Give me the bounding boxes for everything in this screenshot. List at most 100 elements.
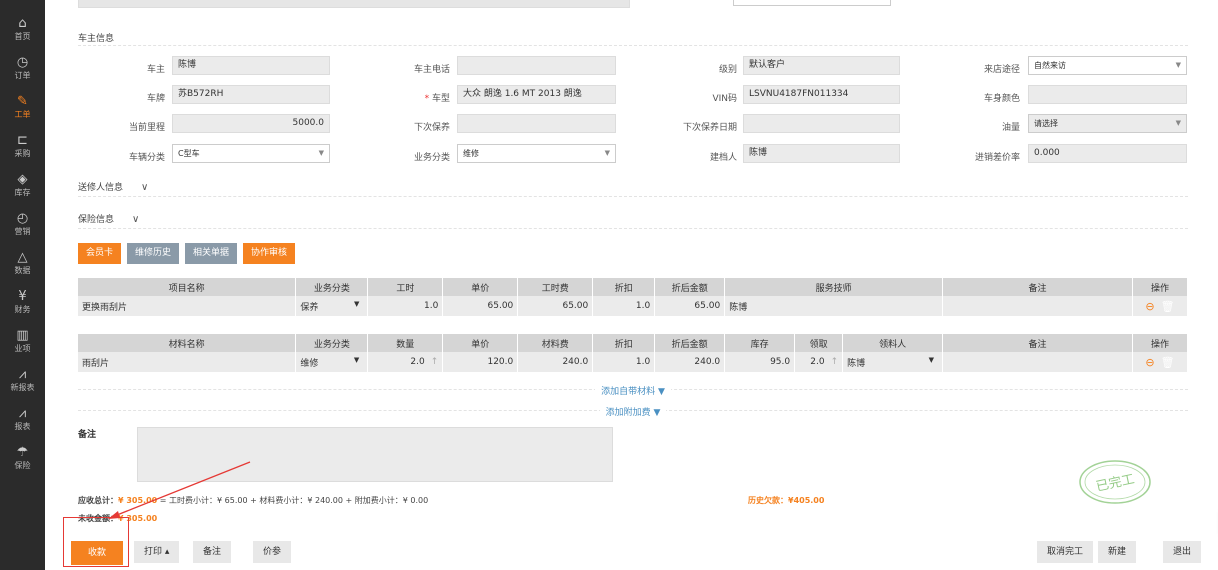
sidebar-item-workorder[interactable]: ✎ 工单: [0, 88, 45, 127]
creator-field[interactable]: 陈博: [743, 144, 900, 163]
repair-history-button[interactable]: 维修历史: [127, 243, 180, 264]
sidebar-item-new-report[interactable]: ⩘ 新报表: [0, 361, 45, 400]
row-operations: ⊖ 🗑: [1132, 296, 1189, 316]
more-icon[interactable]: ⊖: [1145, 356, 1154, 369]
sidebar-item-label: 新报表: [10, 383, 35, 392]
wrench-icon: ✎: [17, 94, 28, 109]
caret-down-icon: ▼: [928, 355, 935, 364]
col-header: 折扣: [592, 278, 656, 296]
arrow-up-icon: ↑: [430, 357, 439, 367]
trash-icon[interactable]: 🗑: [1161, 356, 1175, 369]
material-table: 材料名称 业务分类 数量 单价 材料费 折扣 折后金额 库存 领取 领料人 备注…: [78, 334, 1189, 372]
col-header: 操作: [1132, 334, 1189, 352]
material-qty[interactable]: 2.0 ↑: [367, 352, 444, 372]
collab-review-button[interactable]: 协作审核: [243, 243, 296, 264]
next-service-field[interactable]: [457, 114, 616, 133]
divider: [78, 228, 1188, 229]
top-select-remnant: [733, 0, 891, 6]
sidebar-item-orders[interactable]: ◷ 订单: [0, 49, 45, 88]
col-header: 折扣: [592, 334, 656, 352]
print-button[interactable]: 打印 ▴: [134, 541, 180, 563]
action-button-row: 会员卡 维修历史 相关单据 协作审核: [78, 243, 296, 264]
cancel-complete-button[interactable]: 取消完工: [1037, 541, 1094, 563]
add-own-material-text: 添加自带材料 ▼: [595, 387, 671, 397]
mileage-label: 当前里程: [128, 123, 165, 133]
table-row[interactable]: 更换雨刮片 保养 ▼ 1.0 65.00 65.00 1.0 65.00 陈博 ⊖…: [78, 296, 1189, 316]
insurance-section-toggle[interactable]: 保险信息 ∨: [78, 212, 139, 225]
oil-value: 请选择: [1034, 119, 1058, 128]
material-category[interactable]: 维修 ▼: [295, 352, 369, 372]
mileage-field[interactable]: 5000.0: [172, 114, 330, 133]
sidebar-item-finance[interactable]: ¥ 财务: [0, 283, 45, 322]
material-discount[interactable]: 1.0: [592, 352, 656, 372]
labor-note[interactable]: [942, 296, 1133, 316]
vin-field[interactable]: LSVNU4187FN011334: [743, 85, 900, 104]
yen-icon: ¥: [18, 289, 27, 304]
more-icon[interactable]: ⊖: [1145, 300, 1154, 313]
owner-section-title: 车主信息: [78, 34, 115, 44]
owner-field[interactable]: 陈博: [172, 56, 330, 75]
creator-label: 建档人: [709, 153, 737, 163]
labor-discount[interactable]: 1.0: [592, 296, 656, 316]
labor-tech[interactable]: 陈博: [724, 296, 944, 316]
sidebar-item-label: 首页: [14, 32, 31, 41]
material-note[interactable]: [942, 352, 1133, 372]
caret-down-icon: ▼: [353, 355, 360, 364]
add-own-material-link[interactable]: 添加自带材料 ▼: [78, 384, 1188, 397]
caret-down-icon: ▼: [353, 299, 360, 308]
report-icon: ⩘: [18, 406, 27, 421]
phone-label: 车主电话: [413, 65, 450, 75]
markup-label: 进销差价率: [974, 153, 1020, 163]
sidebar-item-home[interactable]: ⌂ 首页: [0, 10, 45, 49]
sidebar-item-marketing[interactable]: ◴ 营销: [0, 205, 45, 244]
color-field[interactable]: [1028, 85, 1187, 104]
exit-button[interactable]: 退出: [1163, 541, 1202, 563]
umbrella-icon: ☂: [16, 445, 29, 460]
col-header: 领料人: [842, 334, 944, 352]
phone-field[interactable]: [457, 56, 616, 75]
cart-icon: ⊏: [17, 133, 28, 148]
sidebar-item-insurance[interactable]: ☂ 保险: [0, 439, 45, 478]
markup-field[interactable]: 0.000: [1028, 144, 1187, 163]
source-select[interactable]: 自然来访 ▼: [1028, 56, 1187, 75]
labor-hours[interactable]: 1.0: [367, 296, 444, 316]
labor-table: 项目名称 业务分类 工时 单价 工时费 折扣 折后金额 服务技师 备注 操作 更…: [78, 278, 1189, 316]
biz-class-select[interactable]: 维修 ▼: [457, 144, 616, 163]
sidebar-item-label: 工单: [14, 110, 31, 119]
sidebar-item-data[interactable]: △ 数据: [0, 244, 45, 283]
labor-name: 更换雨刮片: [78, 296, 297, 316]
order-icon: ◷: [16, 55, 29, 70]
vehicle-class-select[interactable]: C型车 ▼: [172, 144, 330, 163]
sidebar-item-label: 财务: [14, 305, 31, 314]
sidebar-item-inventory[interactable]: ◈ 库存: [0, 166, 45, 205]
sidebar-item-label: 报表: [14, 422, 31, 431]
material-taken[interactable]: 2.0 ↑: [794, 352, 844, 372]
material-price[interactable]: 120.0: [442, 352, 519, 372]
sidebar-item-purchase[interactable]: ⊏ 采购: [0, 127, 45, 166]
labor-category[interactable]: 保养 ▼: [295, 296, 369, 316]
trash-icon[interactable]: 🗑: [1161, 300, 1175, 313]
labor-price[interactable]: 65.00: [442, 296, 519, 316]
remark-button[interactable]: 备注: [193, 541, 232, 563]
col-header: 操作: [1132, 278, 1189, 296]
related-docs-button[interactable]: 相关单据: [185, 243, 238, 264]
sidebar-item-label: 营销: [14, 227, 31, 236]
next-date-field[interactable]: [743, 114, 900, 133]
level-field[interactable]: 默认客户: [743, 56, 900, 75]
material-taken-value: 2.0: [810, 357, 825, 367]
col-header: 折后金额: [654, 278, 726, 296]
material-receiver[interactable]: 陈博 ▼: [842, 352, 944, 372]
model-field[interactable]: 大众 朗逸 1.6 MT 2013 朗逸: [457, 85, 616, 104]
sidebar-item-performance[interactable]: ▥ 业项: [0, 322, 45, 361]
sidebar-item-report[interactable]: ⩘ 报表: [0, 400, 45, 439]
sender-section-toggle[interactable]: 送修人信息 ∨: [78, 180, 148, 193]
owner-label: 车主: [146, 65, 165, 75]
price-ref-button[interactable]: 价参: [253, 541, 292, 563]
new-button[interactable]: 新建: [1098, 541, 1137, 563]
plate-field[interactable]: 苏B572RH: [172, 85, 330, 104]
add-extra-fee-link[interactable]: 添加附加费 ▼: [78, 405, 1188, 418]
table-row[interactable]: 雨刮片 维修 ▼ 2.0 ↑ 120.0 240.0 1.0 240.0 95.0 …: [78, 352, 1189, 372]
oil-select[interactable]: 请选择 ▼: [1028, 114, 1187, 133]
sidebar-item-label: 业项: [14, 344, 31, 353]
member-card-button[interactable]: 会员卡: [78, 243, 122, 264]
